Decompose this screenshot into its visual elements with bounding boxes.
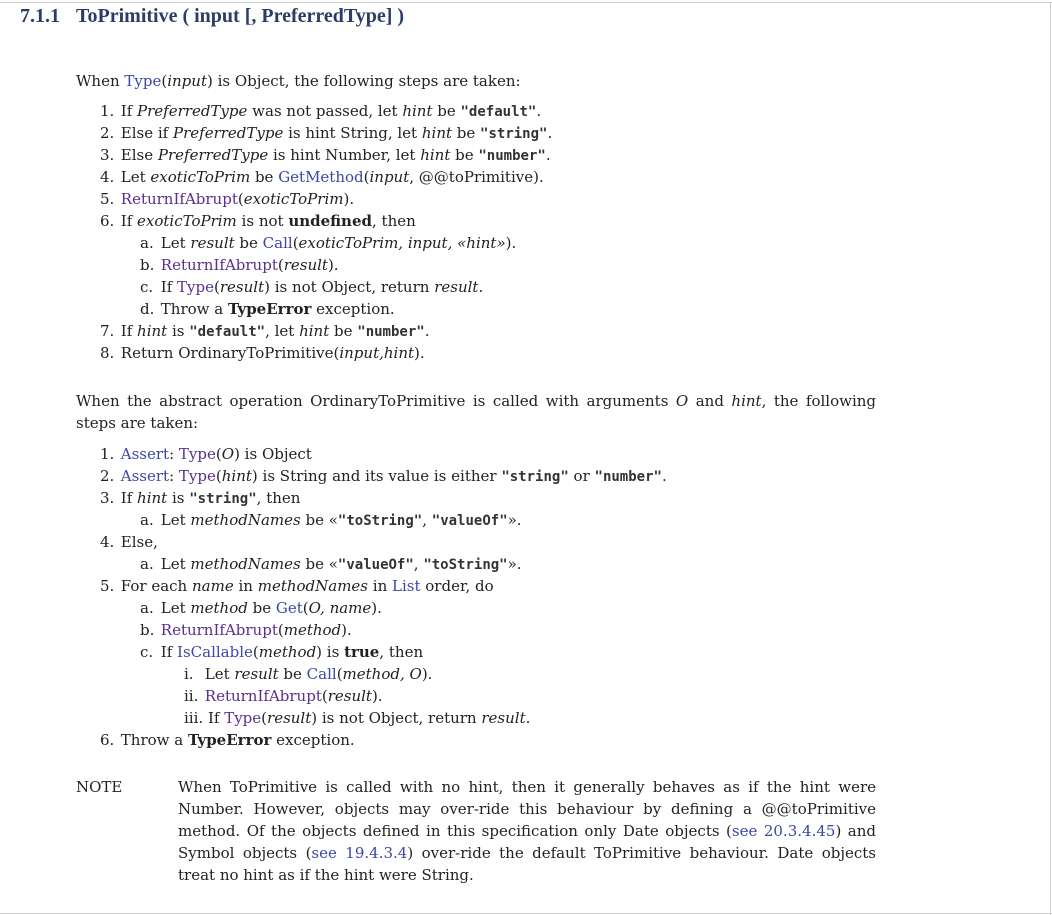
intro-paragraph-1: When Type(input) is Object, the followin… bbox=[76, 72, 521, 90]
list-item: c. If Type(result) is not Object, return… bbox=[140, 278, 484, 296]
returnifabrupt-link[interactable]: ReturnIfAbrupt bbox=[205, 687, 322, 705]
type-link[interactable]: Type bbox=[224, 709, 261, 727]
intro-paragraph-2: When the abstract operation OrdinaryToPr… bbox=[76, 392, 877, 432]
assert-link[interactable]: Assert bbox=[121, 467, 169, 485]
type-link[interactable]: Type bbox=[177, 278, 214, 296]
returnifabrupt-link[interactable]: ReturnIfAbrupt bbox=[161, 256, 278, 274]
list-item: i. Let result be Call(method, O). bbox=[184, 665, 433, 683]
list-item: c. If IsCallable(method) is true, then bbox=[140, 643, 424, 661]
list-item: ii. ReturnIfAbrupt(result). bbox=[184, 687, 383, 705]
returnifabrupt-link[interactable]: ReturnIfAbrupt bbox=[161, 621, 278, 639]
call-link[interactable]: Call bbox=[263, 234, 293, 252]
returnifabrupt-link[interactable]: ReturnIfAbrupt bbox=[121, 190, 238, 208]
type-link[interactable]: Type bbox=[179, 467, 216, 485]
list-link[interactable]: List bbox=[392, 577, 420, 595]
bottom-border bbox=[0, 913, 1052, 914]
list-item: 5. ReturnIfAbrupt(exoticToPrim). bbox=[100, 190, 355, 208]
list-item: 1. If PreferredType was not passed, let … bbox=[100, 102, 542, 120]
call-link[interactable]: Call bbox=[307, 665, 337, 683]
type-link[interactable]: Type bbox=[124, 72, 161, 90]
note-label: NOTE bbox=[76, 778, 123, 796]
symbol-reference-link[interactable]: see 19.4.3.4 bbox=[311, 844, 407, 862]
list-item: 2. Assert: Type(hint) is String and its … bbox=[100, 467, 667, 485]
section-heading: 7.1.1 ToPrimitive ( input [, PreferredTyp… bbox=[20, 5, 404, 28]
type-link[interactable]: Type bbox=[179, 445, 216, 463]
date-reference-link[interactable]: see 20.3.4.45 bbox=[732, 822, 836, 840]
get-link[interactable]: Get bbox=[276, 599, 303, 617]
list-item: 3. Else PreferredType is hint Number, le… bbox=[100, 146, 551, 164]
list-item: 7. If hint is "default", let hint be "nu… bbox=[100, 322, 430, 340]
list-item: a. Let method be Get(O, name). bbox=[140, 599, 382, 617]
list-item: 4. Else, bbox=[100, 533, 158, 551]
section-title: ToPrimitive ( input [, PreferredType] ) bbox=[76, 5, 405, 27]
list-item: 5. For each name in methodNames in List … bbox=[100, 577, 494, 595]
toprimitive-steps: 1. If PreferredType was not passed, let … bbox=[100, 100, 552, 364]
section-number: 7.1.1 bbox=[20, 5, 60, 27]
list-item: 6. If exoticToPrim is not undefined, the… bbox=[100, 212, 416, 230]
list-item: a. Let result be Call(exoticToPrim, inpu… bbox=[140, 234, 517, 252]
list-item: d. Throw a TypeError exception. bbox=[140, 300, 395, 318]
list-item: 2. Else if PreferredType is hint String,… bbox=[100, 124, 553, 142]
list-item: a. Let methodNames be «"valueOf", "toStr… bbox=[140, 555, 522, 573]
right-border bbox=[1050, 2, 1051, 915]
list-item: 3. If hint is "string", then bbox=[100, 489, 301, 507]
top-border bbox=[0, 2, 1052, 3]
list-item: b. ReturnIfAbrupt(method). bbox=[140, 621, 352, 639]
list-item: 8. Return OrdinaryToPrimitive(input,hint… bbox=[100, 344, 425, 362]
assert-link[interactable]: Assert bbox=[121, 445, 169, 463]
ordinarytoprimitive-steps: 1. Assert: Type(O) is Object 2. Assert: … bbox=[100, 443, 667, 751]
getmethod-link[interactable]: GetMethod bbox=[278, 168, 363, 186]
list-item: b. ReturnIfAbrupt(result). bbox=[140, 256, 339, 274]
list-item: 4. Let exoticToPrim be GetMethod(input, … bbox=[100, 168, 544, 186]
list-item: 6. Throw a TypeError exception. bbox=[100, 731, 355, 749]
list-item: 1. Assert: Type(O) is Object bbox=[100, 445, 312, 463]
iscallable-link[interactable]: IsCallable bbox=[177, 643, 253, 661]
note-text: When ToPrimitive is called with no hint,… bbox=[178, 778, 876, 884]
list-item: iii. If Type(result) is not Object, retu… bbox=[184, 709, 531, 727]
list-item: a. Let methodNames be «"toString", "valu… bbox=[140, 511, 522, 529]
